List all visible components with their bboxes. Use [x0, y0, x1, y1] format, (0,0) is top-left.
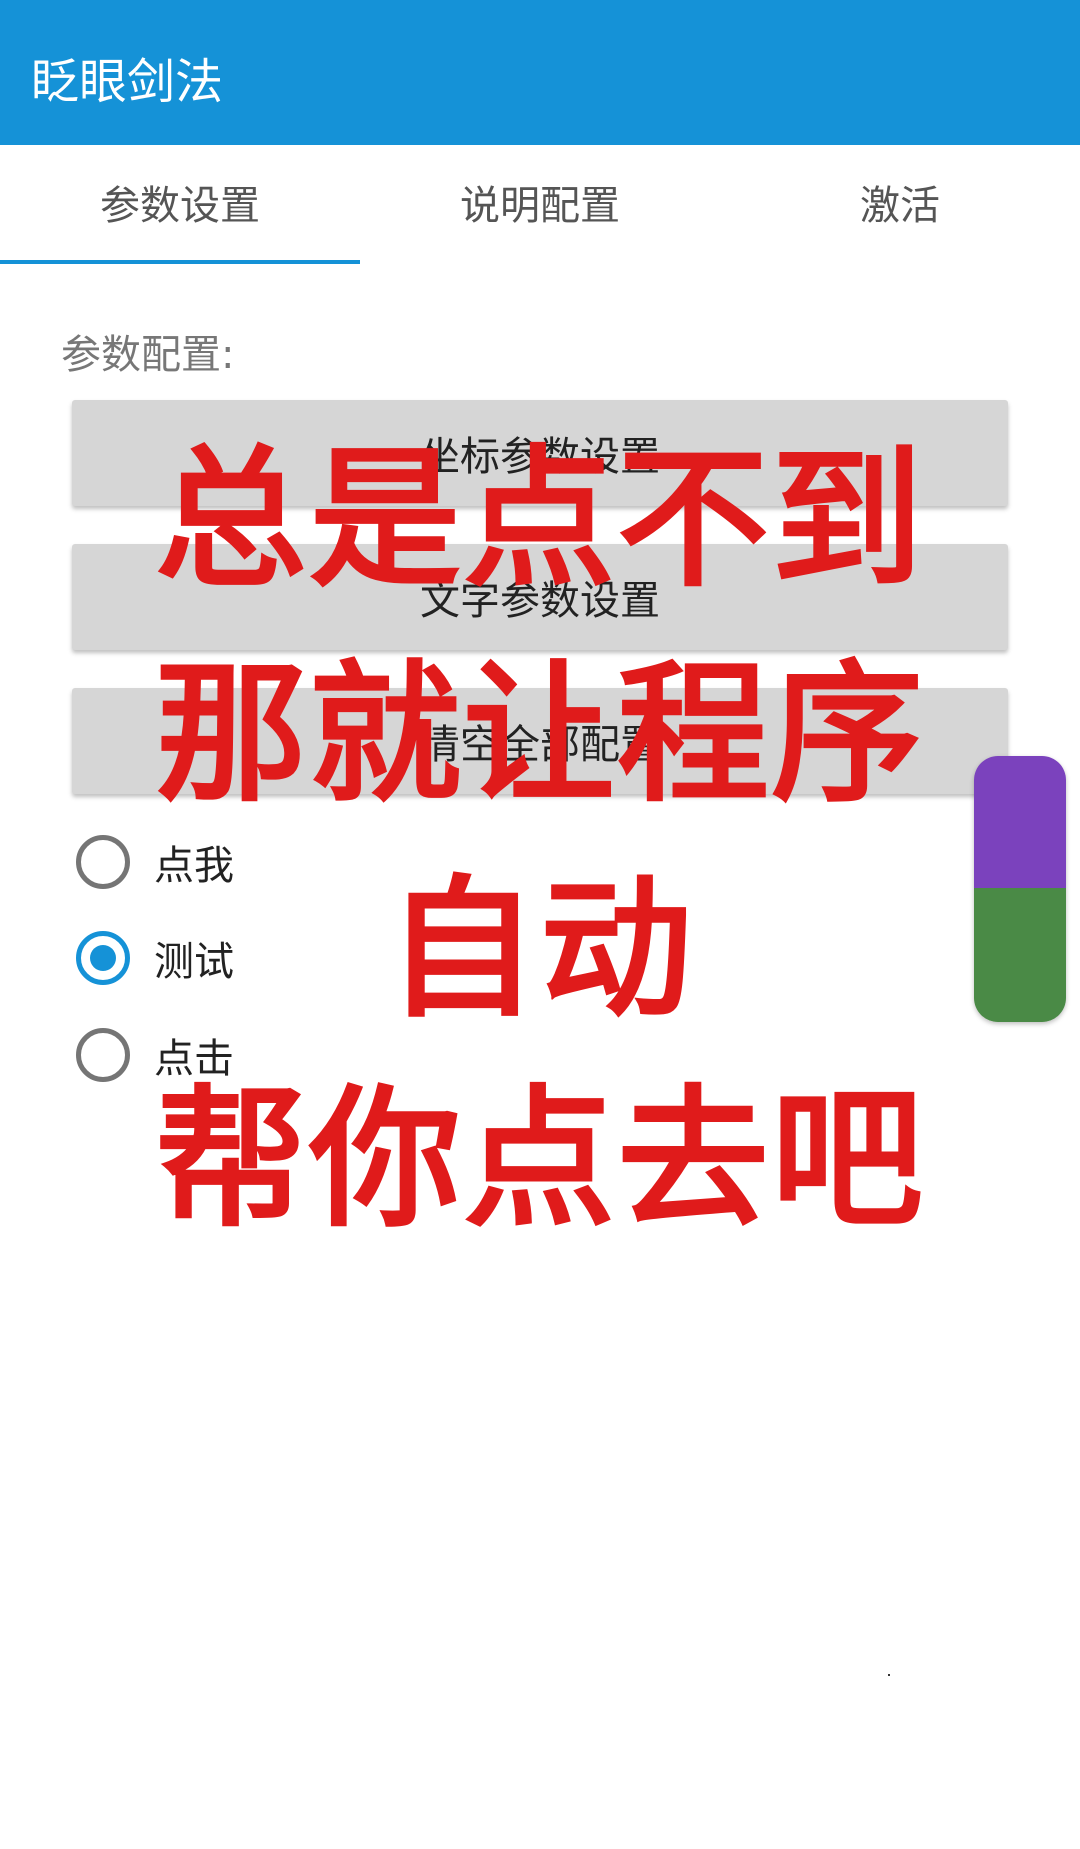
tab-bar: 参数设置 说明配置 激活 — [0, 145, 1080, 265]
app-title: 眨眼剑法 — [31, 54, 224, 110]
overlay-caption-line-3: 自动 — [386, 861, 694, 1038]
tab-parameter-settings[interactable]: 参数设置 — [0, 145, 360, 265]
tab-description-config[interactable]: 说明配置 — [360, 145, 720, 265]
overlay-caption-line-4: 帮你点去吧 — [155, 1071, 925, 1248]
overlay-caption-line-1: 总是点不到 — [155, 431, 925, 608]
radio-unchecked-icon[interactable] — [76, 1028, 130, 1082]
tab-activate[interactable]: 激活 — [720, 145, 1080, 265]
tiny-dot-marker — [888, 1674, 890, 1676]
floating-widget-top-button[interactable] — [974, 756, 1066, 888]
app-screen: 眨眼剑法 参数设置 说明配置 激活 参数配置: 坐标参数设置 文字参数设置 清空… — [0, 0, 1080, 1849]
floating-control-widget[interactable] — [974, 756, 1066, 1022]
app-bar: 眨眼剑法 — [0, 0, 1080, 145]
floating-widget-bottom-button[interactable] — [974, 888, 1066, 1022]
section-label: 参数配置: — [61, 332, 235, 378]
tab-selected-indicator — [0, 260, 360, 264]
overlay-caption-line-2: 那就让程序 — [155, 646, 925, 823]
